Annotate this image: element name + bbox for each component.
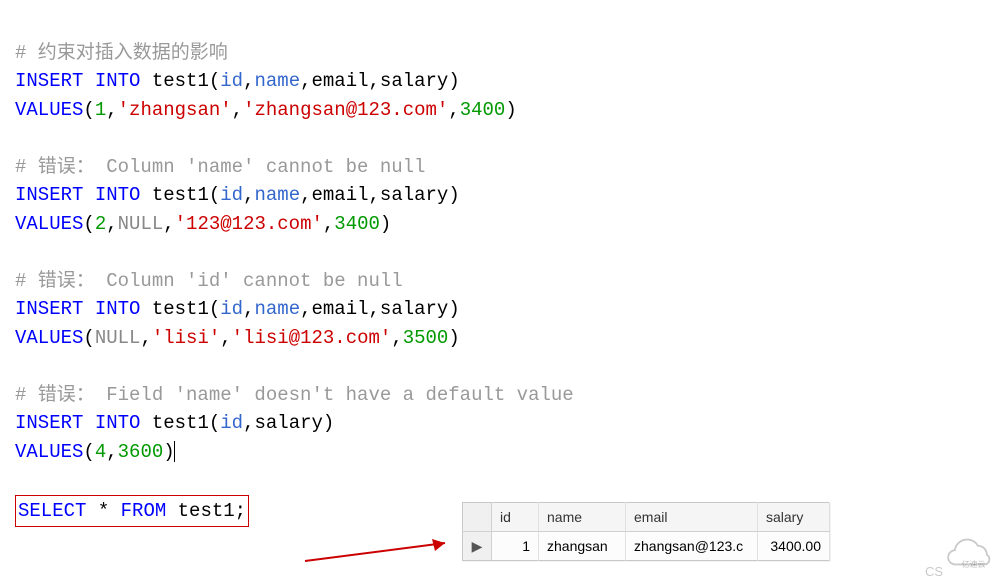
svg-text:亿速云: 亿速云: [962, 559, 986, 568]
col-name: name: [539, 503, 626, 532]
kw-insert: INSERT: [15, 70, 83, 92]
comment-4: # 错误： Field 'name' doesn't have a defaul…: [15, 384, 574, 406]
select-statement-box: SELECT * FROM test1;: [15, 495, 249, 528]
comment-2: # 错误： Column 'name' cannot be null: [15, 156, 425, 178]
watermark-cloud-icon: 亿速云: [946, 528, 1001, 568]
col-email: email: [626, 503, 758, 532]
text-cursor: [174, 441, 175, 462]
table-row: ▶ 1 zhangsan zhangsan@123.c 3400.00: [463, 532, 830, 561]
col-salary: salary: [758, 503, 830, 532]
comment-3: # 错误： Column 'id' cannot be null: [15, 270, 403, 292]
arrow-icon: [300, 531, 460, 571]
comment-1: # 约束对插入数据的影响: [15, 42, 228, 64]
row-marker-icon: ▶: [463, 532, 492, 561]
result-table: id name email salary ▶ 1 zhangsan zhangs…: [462, 502, 830, 561]
code-block: # 约束对插入数据的影响 INSERT INTO test1(id,name,e…: [15, 10, 988, 527]
col-id: id: [492, 503, 539, 532]
table-header-row: id name email salary: [463, 503, 830, 532]
watermark-cs: CS: [925, 562, 943, 582]
